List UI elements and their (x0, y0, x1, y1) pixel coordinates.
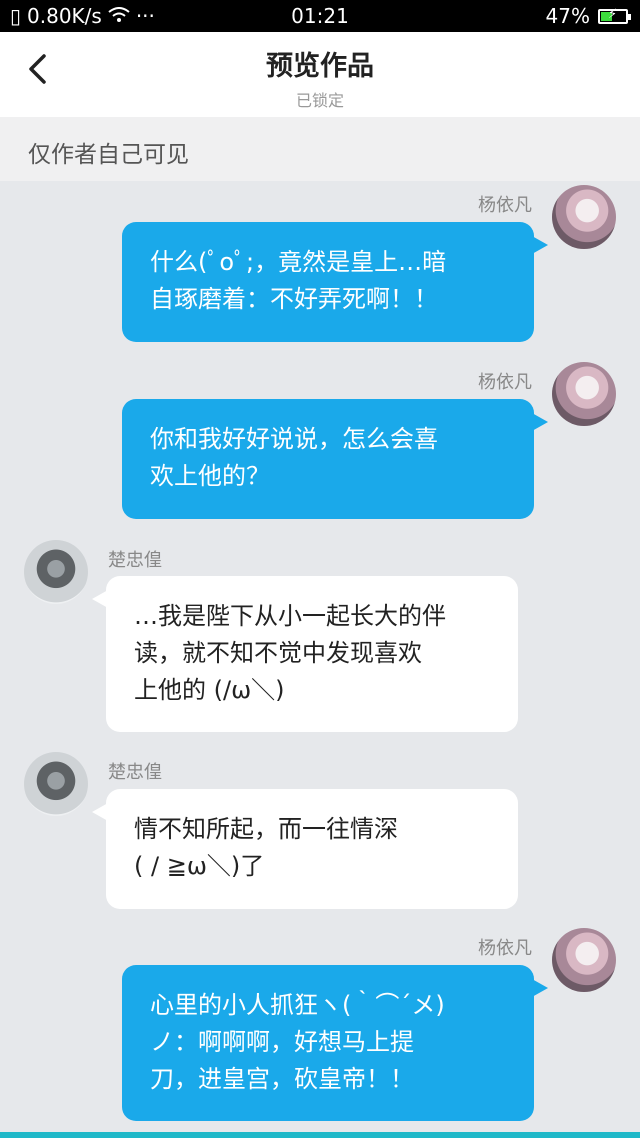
page-subtitle: 已锁定 (295, 91, 344, 110)
sender-name: 杨依凡 (478, 938, 532, 959)
message-line: 读，就不知不觉中发现喜欢 (134, 639, 422, 667)
message-line: ( / ≧ω＼)了 (134, 852, 265, 880)
message-line: 上他的 (/ω＼) (134, 676, 285, 704)
message-line: 刀，进皇宫，砍皇帝！！ (150, 1065, 414, 1093)
battery-icon: ⚡ (598, 6, 631, 24)
avatar[interactable] (552, 362, 616, 426)
sender-name: 楚忠偟 (108, 550, 162, 571)
visibility-notice-text: 仅作者自己可见 (28, 142, 189, 168)
message-line: ノ：啊啊啊，好想马上提 (150, 1028, 414, 1056)
message-bubble[interactable]: 情不知所起，而一往情深 ( / ≧ω＼)了 (92, 789, 518, 909)
message-line: 情不知所起，而一往情深 (134, 815, 398, 843)
message-line: 什么(ﾟoﾟ;，竟然是皇上…暗 (150, 248, 447, 276)
message-line: 欢上他的？ (150, 462, 270, 490)
avatar[interactable] (24, 540, 88, 604)
message-line: …我是陛下从小一起长大的伴 (134, 602, 446, 630)
message-bubble[interactable]: 什么(ﾟoﾟ;，竟然是皇上…暗 自琢磨着：不好弄死啊！！ (122, 222, 548, 342)
visibility-notice: 仅作者自己可见 (0, 117, 640, 181)
status-right: 47% ⚡ (545, 4, 631, 28)
sender-name: 杨依凡 (478, 195, 532, 216)
battery-percent: 47% (545, 4, 590, 28)
page-title: 预览作品 (266, 51, 374, 82)
message-line: 自琢磨着：不好弄死啊！！ (150, 285, 438, 313)
status-bar: ▯ 0.80K/s ··· 01:21 47% ⚡ (0, 0, 640, 32)
charging-icon: ⚡ (608, 6, 618, 22)
status-time: 01:21 (291, 4, 349, 28)
nav-bar: 预览作品 已锁定 (0, 32, 640, 117)
message-bubble[interactable]: 心里的小人抓狂ヽ(｀⌒´メ) ノ：啊啊啊，好想马上提 刀，进皇宫，砍皇帝！！ (122, 965, 548, 1121)
avatar[interactable] (552, 928, 616, 992)
message-bubble[interactable]: …我是陛下从小一起长大的伴 读，就不知不觉中发现喜欢 上他的 (/ω＼) (92, 576, 518, 732)
sender-name: 杨依凡 (478, 372, 532, 393)
message-line: 心里的小人抓狂ヽ(｀⌒´メ) (150, 991, 445, 1019)
avatar[interactable] (24, 752, 88, 816)
message-bubble[interactable]: 你和我好好说说，怎么会喜 欢上他的？ (122, 399, 548, 519)
bottom-accent-bar (0, 1132, 640, 1138)
avatar[interactable] (552, 185, 616, 249)
sender-name: 楚忠偟 (108, 762, 162, 783)
message-line: 你和我好好说说，怎么会喜 (150, 425, 438, 453)
